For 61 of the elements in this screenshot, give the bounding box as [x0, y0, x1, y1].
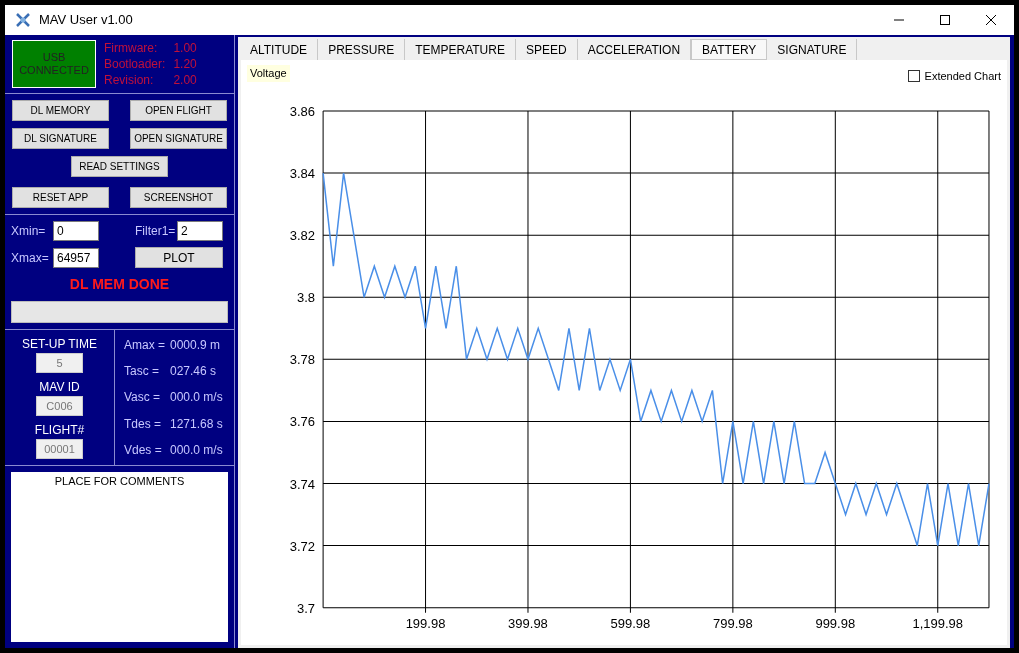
y-tick-label: 3.8	[297, 289, 316, 305]
drone-icon	[15, 12, 31, 28]
y-tick-label: 3.72	[289, 538, 316, 554]
usb-status-indicator: USB CONNECTED	[12, 40, 96, 88]
panel-button[interactable]: RESET APP	[12, 187, 109, 208]
result-label: Amax =	[124, 337, 166, 355]
plot-button[interactable]: PLOT	[135, 247, 223, 268]
version-value: 1.00	[173, 40, 197, 56]
window-title: MAV User v1.00	[39, 11, 133, 30]
field-label: Xmax=	[11, 249, 50, 267]
y-tick-label: 3.74	[289, 476, 316, 491]
version-label: Firmware:	[104, 40, 159, 56]
version-label: Bootloader:	[104, 56, 166, 72]
field-label: Filter1=	[135, 223, 177, 240]
x-tick-label: 999.98	[815, 615, 856, 631]
close-icon	[986, 15, 996, 25]
y-tick-label: 3.86	[289, 103, 316, 119]
x-tick-label: 399.98	[508, 615, 548, 631]
legend-label: Voltage	[247, 65, 290, 82]
status-message: DL MEM DONE	[68, 275, 171, 294]
setting-label: MAV ID	[39, 379, 80, 396]
comments-box[interactable]: PLACE FOR COMMENTS	[11, 472, 228, 642]
x-tick-label: 799.98	[713, 615, 753, 631]
maximize-icon	[940, 15, 950, 25]
version-value: 1.20	[173, 56, 197, 72]
result-value: 0000.9 m	[170, 337, 221, 355]
panel-button[interactable]: DL MEMORY	[12, 100, 109, 121]
number-field[interactable]: 64957	[53, 247, 99, 268]
y-tick-label: 3.76	[289, 413, 316, 429]
x-tick-label: 599.98	[610, 615, 651, 631]
y-tick-label: 3.82	[289, 227, 316, 243]
y-tick-label: 3.78	[289, 351, 316, 367]
setting-label: FLIGHT#	[34, 422, 85, 439]
number-field[interactable]: 0	[53, 221, 99, 241]
panel-button[interactable]: OPEN SIGNATURE	[130, 128, 227, 149]
setting-label: SET-UP TIME	[22, 336, 97, 353]
result-value: 000.0 m/s	[170, 389, 223, 407]
number-field[interactable]: 2	[177, 221, 223, 241]
panel-button[interactable]: DL SIGNATURE	[12, 128, 109, 149]
field-label: Xmin=	[11, 223, 47, 240]
checkbox-label: Extended Chart	[924, 69, 1001, 84]
result-label: Tdes =	[124, 415, 163, 433]
y-tick-label: 3.7	[297, 600, 316, 616]
minimize-icon	[894, 19, 904, 21]
version-label: Revision:	[104, 72, 155, 88]
result-label: Tasc =	[124, 363, 160, 381]
y-tick-label: 3.84	[289, 165, 316, 181]
x-tick-label: 1,199.98	[912, 615, 964, 631]
extended-chart-checkbox[interactable]	[907, 70, 920, 83]
result-value: 000.0 m/s	[170, 441, 223, 459]
panel-button[interactable]: READ SETTINGS	[71, 156, 168, 177]
version-value: 2.00	[173, 72, 197, 88]
result-value: 1271.68 s	[170, 415, 223, 433]
result-label: Vasc =	[124, 389, 162, 407]
result-value: 027.46 s	[170, 363, 217, 381]
chart-tab[interactable]: BATTERY	[691, 39, 768, 60]
result-label: Vdes =	[124, 441, 163, 459]
comments-title: PLACE FOR COMMENTS	[54, 474, 185, 489]
x-tick-label: 199.98	[405, 615, 446, 631]
panel-button[interactable]: SCREENSHOT	[130, 187, 227, 208]
panel-button[interactable]: OPEN FLIGHT	[130, 100, 227, 121]
